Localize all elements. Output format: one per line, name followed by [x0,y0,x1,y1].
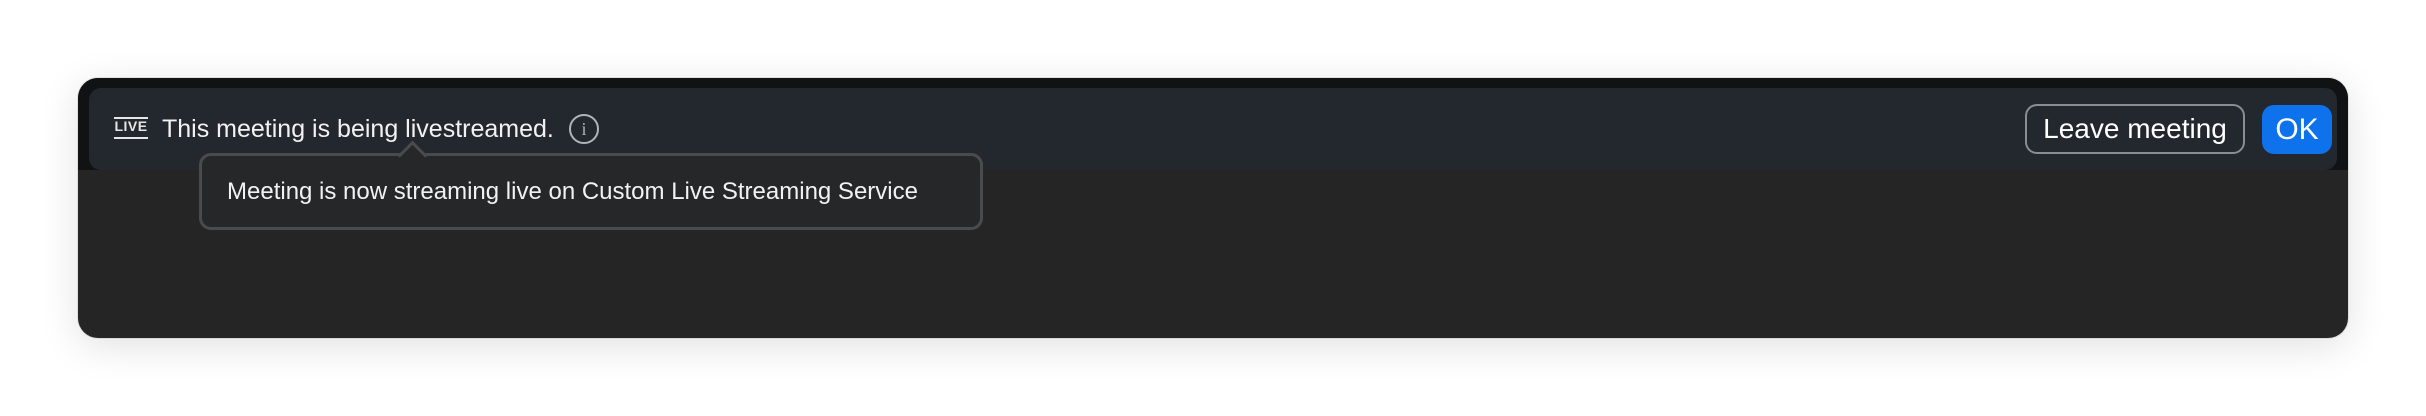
livestream-tooltip: Meeting is now streaming live on Custom … [199,140,983,230]
svg-text:i: i [581,119,586,139]
live-icon: LIVE [114,117,148,139]
meeting-window: LIVE This meeting is being livestreamed.… [78,78,2348,338]
ok-button[interactable]: OK [2262,105,2332,154]
tooltip-text: Meeting is now streaming live on Custom … [227,178,918,205]
leave-meeting-button[interactable]: Leave meeting [2025,104,2245,154]
info-icon[interactable]: i [567,112,601,146]
livestream-message: This meeting is being livestreamed. [162,115,554,143]
